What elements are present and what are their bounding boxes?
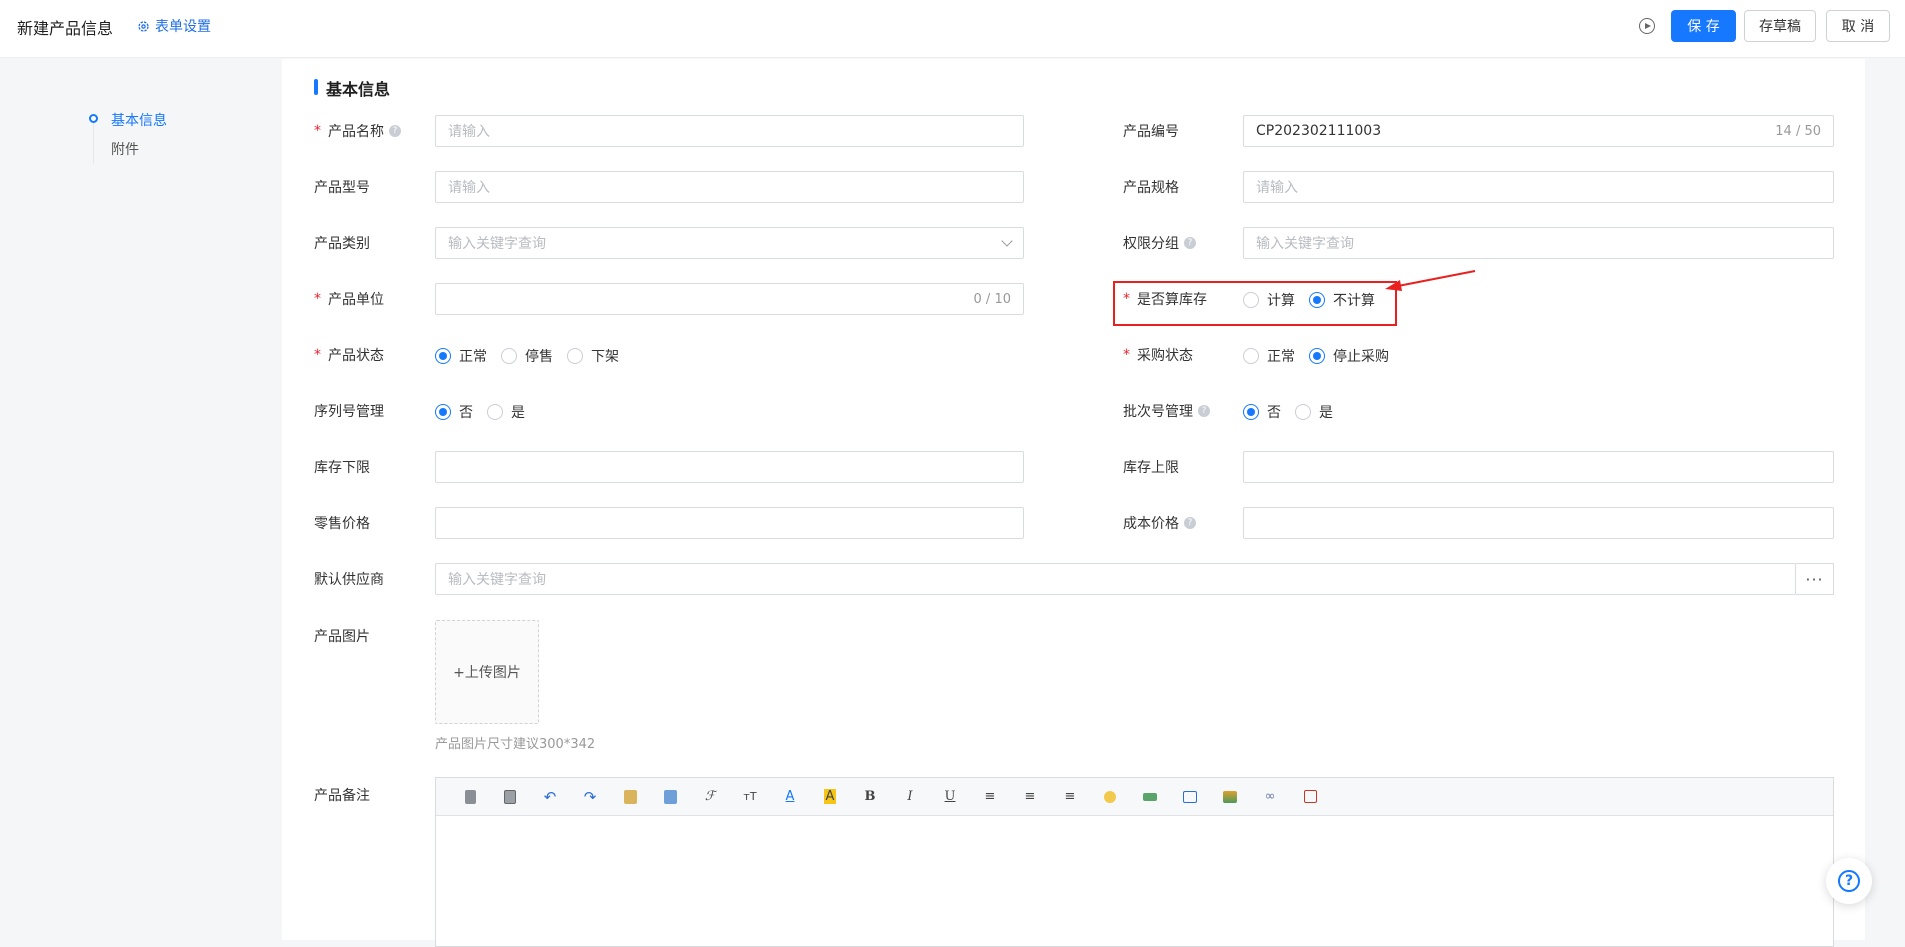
serial-mgmt-radio-group: 否 是 xyxy=(435,402,539,422)
retail-price-input[interactable] xyxy=(435,507,1024,539)
retail-price-label: 零售价格 xyxy=(314,516,370,532)
annotation-arrow-icon xyxy=(1385,270,1476,291)
upload-hint: 产品图片尺寸建议300*342 xyxy=(435,737,596,752)
product-image-label: 产品图片 xyxy=(314,629,370,645)
batch-mgmt-label: 批次号管理? xyxy=(1123,401,1210,421)
bold-icon[interactable]: B xyxy=(850,789,890,804)
stock-max-input[interactable] xyxy=(1243,451,1834,483)
align-right-icon[interactable]: ≡ xyxy=(1050,789,1090,804)
save-draft-button[interactable]: 存草稿 xyxy=(1744,10,1816,42)
underline-icon[interactable]: U xyxy=(930,789,970,804)
product-code-label: 产品编号 xyxy=(1123,124,1179,140)
undo-icon[interactable]: ↶ xyxy=(530,788,570,806)
align-center-icon[interactable]: ≡ xyxy=(1010,789,1050,804)
help-float-button[interactable]: ? xyxy=(1826,858,1872,904)
emoji-icon[interactable] xyxy=(1090,790,1130,803)
chevron-down-icon xyxy=(1001,235,1013,247)
stock-max-label: 库存上限 xyxy=(1123,460,1179,476)
radio-status-normal[interactable]: 正常 xyxy=(435,346,487,366)
product-model-input[interactable]: 请输入 xyxy=(435,171,1024,203)
radio-batch-yes[interactable]: 是 xyxy=(1295,402,1333,422)
radio-status-off-shelf[interactable]: 下架 xyxy=(567,346,619,366)
help-icon[interactable]: ? xyxy=(1184,517,1196,529)
supplier-input[interactable]: 输入关键字查询 xyxy=(435,563,1796,595)
supplier-label: 默认供应商 xyxy=(314,572,384,588)
product-remark-label: 产品备注 xyxy=(314,788,370,804)
cancel-button[interactable]: 取 消 xyxy=(1826,10,1890,42)
annotation-highlight-box xyxy=(1113,281,1397,326)
italic-icon[interactable]: I xyxy=(890,789,930,804)
anchor-nav xyxy=(0,59,280,940)
purchase-status-label: * 采购状态 xyxy=(1123,347,1193,364)
highlight-icon[interactable]: A xyxy=(810,789,850,804)
anchor-track xyxy=(93,117,94,164)
paste-icon[interactable] xyxy=(610,789,650,804)
stock-min-input[interactable] xyxy=(435,451,1024,483)
radio-batch-no[interactable]: 否 xyxy=(1243,402,1281,422)
radio-serial-yes[interactable]: 是 xyxy=(487,402,525,422)
radio-serial-no[interactable]: 否 xyxy=(435,402,473,422)
product-category-select[interactable]: 输入关键字查询 xyxy=(435,227,1024,259)
product-name-label: * 产品名称? xyxy=(314,121,401,141)
product-status-radio-group: 正常 停售 下架 xyxy=(435,346,633,366)
permission-group-input[interactable]: 输入关键字查询 xyxy=(1243,227,1834,259)
align-left-icon[interactable]: ≡ xyxy=(970,789,1010,804)
source-icon[interactable] xyxy=(450,789,490,804)
form-settings-label: 表单设置 xyxy=(155,19,211,35)
page-header: 新建产品信息 表单设置 保 存 存草稿 取 消 xyxy=(0,0,1905,58)
gear-icon xyxy=(138,20,149,32)
play-icon[interactable] xyxy=(1639,18,1655,34)
batch-mgmt-radio-group: 否 是 xyxy=(1243,402,1347,422)
help-icon[interactable]: ? xyxy=(1184,237,1196,249)
product-code-input[interactable]: CP202302111003 14 / 50 xyxy=(1243,115,1834,147)
product-unit-label: * 产品单位 xyxy=(314,291,384,308)
question-icon: ? xyxy=(1838,870,1860,892)
table-icon[interactable] xyxy=(1170,790,1210,803)
product-status-label: * 产品状态 xyxy=(314,347,384,364)
permission-group-label: 权限分组? xyxy=(1123,233,1196,253)
radio-purchase-normal[interactable]: 正常 xyxy=(1243,346,1295,366)
product-name-input[interactable]: 请输入 xyxy=(435,115,1024,147)
help-icon[interactable]: ? xyxy=(1198,405,1210,417)
product-model-label: 产品型号 xyxy=(314,180,370,196)
section-title: 基本信息 xyxy=(326,80,391,99)
radio-purchase-stop[interactable]: 停止采购 xyxy=(1309,346,1389,366)
section-accent xyxy=(314,79,318,95)
font-size-icon[interactable]: ᴛT xyxy=(730,790,770,803)
purchase-status-radio-group: 正常 停止采购 xyxy=(1243,346,1403,366)
product-spec-input[interactable]: 请输入 xyxy=(1243,171,1834,203)
product-category-label: 产品类别 xyxy=(314,236,370,252)
paste-text-icon[interactable] xyxy=(650,789,690,804)
page-title: 新建产品信息 xyxy=(17,19,114,38)
cost-price-label: 成本价格? xyxy=(1123,513,1196,533)
help-icon[interactable]: ? xyxy=(389,125,401,137)
editor-toolbar: ↶ ↷ ℱ ᴛT A A B I U ≡ ≡ ≡ ∞ xyxy=(436,778,1833,816)
image-icon[interactable] xyxy=(1210,790,1250,803)
anchor-basic-info[interactable]: 基本信息 xyxy=(111,110,167,130)
anchor-attachments[interactable]: 附件 xyxy=(111,139,139,159)
template-icon[interactable] xyxy=(490,789,530,804)
product-spec-label: 产品规格 xyxy=(1123,180,1179,196)
redo-icon[interactable]: ↷ xyxy=(570,788,610,806)
stock-min-label: 库存下限 xyxy=(314,460,370,476)
serial-mgmt-label: 序列号管理 xyxy=(314,404,384,420)
cost-price-input[interactable] xyxy=(1243,507,1834,539)
font-color-icon[interactable]: A xyxy=(770,789,810,804)
save-button[interactable]: 保 存 xyxy=(1671,10,1736,42)
product-unit-input[interactable]: 0 / 10 xyxy=(435,283,1024,315)
radio-status-stop-sale[interactable]: 停售 xyxy=(501,346,553,366)
insert-line-icon[interactable] xyxy=(1130,792,1170,801)
form-settings-link[interactable]: 表单设置 xyxy=(137,16,211,36)
rich-text-editor[interactable]: ↶ ↷ ℱ ᴛT A A B I U ≡ ≡ ≡ ∞ xyxy=(435,777,1834,947)
fullscreen-icon[interactable] xyxy=(1290,790,1330,803)
supplier-more-button[interactable]: ··· xyxy=(1796,563,1834,595)
upload-image-button[interactable]: +上传图片 xyxy=(435,620,539,724)
anchor-active-dot xyxy=(89,114,98,123)
link-icon[interactable]: ∞ xyxy=(1250,789,1290,804)
font-family-icon[interactable]: ℱ xyxy=(690,789,730,804)
